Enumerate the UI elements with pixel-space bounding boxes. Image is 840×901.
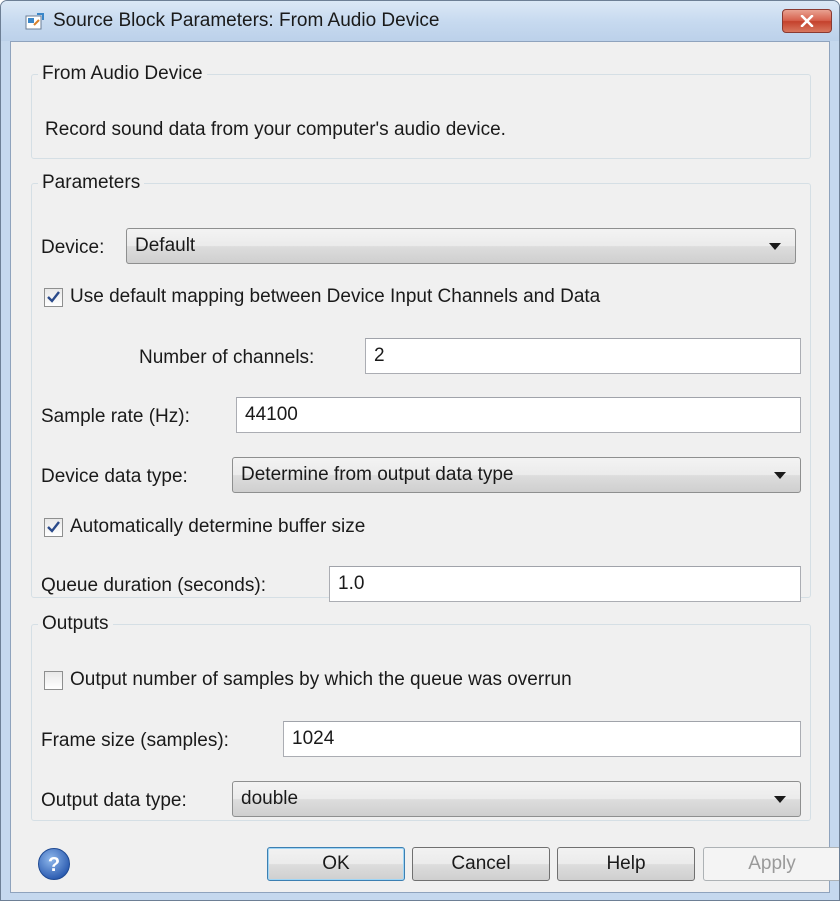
- help-icon[interactable]: ?: [37, 847, 71, 881]
- auto-buffer-checkbox[interactable]: [44, 518, 63, 537]
- description-group-title: From Audio Device: [42, 63, 203, 84]
- svg-text:?: ?: [48, 854, 60, 876]
- close-button[interactable]: [782, 9, 832, 33]
- use-default-mapping-checkbox[interactable]: [44, 288, 63, 307]
- help-button[interactable]: Help: [557, 847, 695, 881]
- device-data-type-select[interactable]: Determine from output data type: [232, 457, 801, 493]
- output-data-type-label: Output data type:: [41, 790, 187, 811]
- block-description: Record sound data from your computer's a…: [45, 119, 506, 140]
- chevron-down-icon: [774, 796, 786, 803]
- description-group: From Audio Device Record sound data from…: [31, 63, 811, 159]
- chevron-down-icon: [769, 243, 781, 250]
- close-icon: [800, 15, 814, 27]
- output-overrun-checkbox[interactable]: [44, 671, 63, 690]
- checkmark-icon: [47, 521, 60, 533]
- cancel-button[interactable]: Cancel: [412, 847, 550, 881]
- device-label: Device:: [41, 237, 105, 258]
- outputs-group: Outputs Output number of samples by whic…: [31, 613, 811, 821]
- device-select[interactable]: Default: [126, 228, 796, 264]
- apply-button[interactable]: Apply: [703, 847, 839, 881]
- dialog-window: Source Block Parameters: From Audio Devi…: [0, 0, 840, 901]
- device-value: Default: [135, 235, 196, 256]
- simulink-block-icon: [25, 13, 44, 30]
- window-title: Source Block Parameters: From Audio Devi…: [53, 10, 440, 31]
- parameters-group: Parameters Device: Default Use default m…: [31, 172, 811, 602]
- checkmark-icon: [47, 291, 60, 303]
- dialog-client-area: From Audio Device Record sound data from…: [10, 41, 839, 893]
- frame-size-label: Frame size (samples):: [41, 730, 229, 751]
- title-bar[interactable]: Source Block Parameters: From Audio Devi…: [1, 1, 839, 41]
- output-data-type-select[interactable]: double: [232, 781, 801, 817]
- device-data-type-label: Device data type:: [41, 466, 188, 487]
- number-of-channels-label: Number of channels:: [139, 347, 315, 368]
- sample-rate-input[interactable]: 44100: [236, 397, 801, 433]
- outputs-group-title: Outputs: [42, 613, 109, 634]
- frame-size-input[interactable]: 1024: [283, 721, 801, 757]
- use-default-mapping-label[interactable]: Use default mapping between Device Input…: [70, 286, 600, 308]
- output-overrun-label[interactable]: Output number of samples by which the qu…: [70, 669, 572, 691]
- ok-button[interactable]: OK: [267, 847, 405, 881]
- number-of-channels-input[interactable]: 2: [365, 338, 801, 374]
- queue-duration-input[interactable]: 1.0: [329, 566, 801, 602]
- device-data-type-value: Determine from output data type: [241, 464, 514, 485]
- auto-buffer-label[interactable]: Automatically determine buffer size: [70, 516, 365, 538]
- output-data-type-value: double: [241, 788, 299, 809]
- chevron-down-icon: [774, 472, 786, 479]
- parameters-group-title: Parameters: [42, 172, 141, 193]
- sample-rate-label: Sample rate (Hz):: [41, 406, 190, 427]
- queue-duration-label: Queue duration (seconds):: [41, 575, 266, 596]
